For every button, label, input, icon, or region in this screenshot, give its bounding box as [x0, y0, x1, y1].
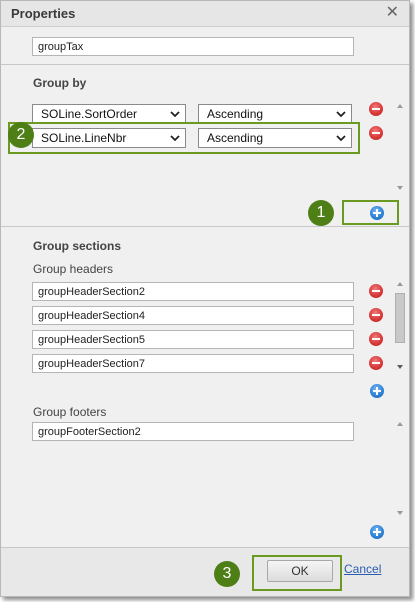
divider [1, 226, 409, 227]
group-by-field-select-1[interactable]: SOLine.SortOrder [32, 104, 186, 124]
dialog-title: Properties [11, 6, 76, 21]
group-footers-scrollbar[interactable] [394, 419, 406, 519]
group-header-input-4[interactable]: groupHeaderSection7 [32, 354, 354, 373]
group-header-input-2[interactable]: groupHeaderSection4 [32, 306, 354, 325]
select-value: SOLine.SortOrder [41, 107, 138, 121]
scroll-up-arrow[interactable] [397, 104, 403, 108]
dialog-titlebar[interactable]: Properties ✕ [1, 1, 409, 27]
remove-header-button-1[interactable] [369, 284, 383, 298]
close-icon[interactable]: ✕ [386, 4, 399, 22]
cancel-link[interactable]: Cancel [344, 562, 381, 576]
group-name-input[interactable]: groupTax [32, 37, 354, 56]
group-headers-label: Group headers [33, 262, 114, 276]
scroll-up-arrow[interactable] [397, 282, 403, 286]
remove-group-by-button-1[interactable] [369, 102, 383, 116]
group-header-input-1[interactable]: groupHeaderSection2 [32, 282, 354, 301]
remove-group-by-button-2[interactable] [369, 126, 383, 140]
callout-badge-2: 2 [8, 122, 34, 148]
remove-header-button-2[interactable] [369, 308, 383, 322]
remove-header-button-3[interactable] [369, 332, 383, 346]
group-by-heading: Group by [33, 76, 87, 90]
add-footer-button[interactable] [370, 525, 384, 539]
group-headers-scrollbar[interactable] [394, 279, 406, 373]
scroll-down-arrow[interactable] [397, 365, 403, 369]
group-by-scrollbar[interactable] [394, 101, 406, 193]
callout-badge-1: 1 [308, 200, 334, 226]
group-footers-label: Group footers [33, 405, 107, 419]
add-header-button[interactable] [370, 384, 384, 398]
callout-2-highlight [8, 122, 360, 154]
scroll-down-arrow[interactable] [397, 511, 403, 515]
select-value: Ascending [207, 107, 264, 121]
callout-1-highlight [342, 200, 399, 225]
chevron-down-icon [336, 111, 346, 118]
properties-dialog: Properties ✕ groupTax Group by SOLine.So… [0, 0, 410, 597]
callout-3-highlight [252, 555, 342, 591]
group-by-order-select-1[interactable]: Ascending [198, 104, 352, 124]
scroll-up-arrow[interactable] [397, 422, 403, 426]
remove-header-button-4[interactable] [369, 356, 383, 370]
group-header-input-3[interactable]: groupHeaderSection5 [32, 330, 354, 349]
group-footer-input-1[interactable]: groupFooterSection2 [32, 422, 354, 441]
chevron-down-icon [170, 111, 180, 118]
scroll-thumb[interactable] [395, 293, 405, 343]
scroll-down-arrow[interactable] [397, 186, 403, 190]
callout-badge-3: 3 [214, 561, 240, 587]
divider [1, 64, 409, 65]
group-sections-heading: Group sections [33, 239, 122, 253]
